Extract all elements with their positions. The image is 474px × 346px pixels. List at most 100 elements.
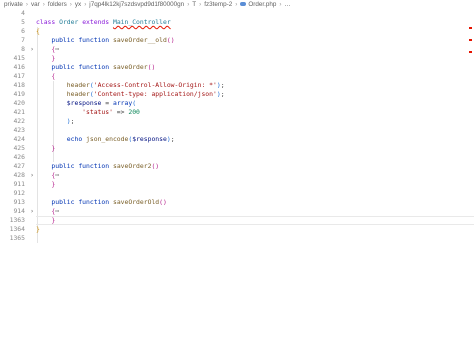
code-token: array	[112, 99, 133, 107]
code-editor[interactable]: 4 5 class Order extends Main_Controller 6{7…	[0, 9, 474, 346]
code-line[interactable]: 415 }	[0, 54, 474, 63]
code-token: {	[36, 27, 40, 35]
code-line[interactable]: 4	[0, 9, 474, 18]
code-token: ()	[166, 36, 175, 44]
code-token: public	[36, 162, 79, 170]
php-file-icon	[240, 2, 247, 7]
code-line[interactable]: 1365	[0, 234, 474, 243]
code-text: }	[36, 216, 55, 225]
code-line[interactable]: 5 class Order extends Main_Controller	[0, 18, 474, 27]
code-token: }	[51, 144, 56, 152]
line-number: 420	[13, 99, 25, 107]
code-token: public	[36, 198, 79, 206]
breadcrumb-more[interactable]: …	[285, 1, 291, 8]
code-line[interactable]: 913 public function saveOrderOld()	[0, 198, 474, 207]
code-token: ;	[170, 135, 175, 143]
line-number: 911	[13, 180, 25, 188]
line-number: 423	[13, 126, 25, 134]
code-line[interactable]: 422 );	[0, 117, 474, 126]
code-line[interactable]: 420 $response = array(	[0, 99, 474, 108]
code-token: saveOrder	[112, 63, 148, 71]
code-text: public function saveOrder2()	[36, 162, 159, 171]
code-line[interactable]: 427 public function saveOrder2()	[0, 162, 474, 171]
code-line[interactable]: 8 › {⋯	[0, 45, 474, 54]
fold-chevron-icon[interactable]: ›	[29, 207, 35, 216]
code-text: public function saveOrderOld()	[36, 198, 166, 207]
code-token: }	[36, 225, 40, 233]
code-token: function	[78, 36, 113, 44]
line-number: 416	[13, 63, 25, 71]
code-line[interactable]: 417 {	[0, 72, 474, 81]
code-token: function	[78, 162, 113, 170]
line-number: 421	[13, 108, 25, 116]
code-token: 'status'	[82, 108, 113, 116]
code-text: public function saveOrder__old()	[36, 36, 175, 45]
code-line[interactable]: 418 header('Access-Control-Allow-Origin:…	[0, 81, 474, 90]
code-line[interactable]: 426	[0, 153, 474, 162]
code-line[interactable]: 912	[0, 189, 474, 198]
chevron-right-icon: ›	[84, 1, 87, 8]
code-token: extends	[82, 18, 113, 26]
code-token: Order	[59, 18, 83, 26]
code-token: ;	[220, 90, 225, 98]
line-number: 425	[13, 144, 25, 152]
code-line[interactable]: 419 header('Content-type: application/js…	[0, 90, 474, 99]
code-line[interactable]: 1363 }	[0, 216, 474, 225]
code-line[interactable]: 423	[0, 126, 474, 135]
code-line[interactable]: 911 }	[0, 180, 474, 189]
fold-chevron-icon[interactable]: ›	[29, 171, 35, 180]
chevron-right-icon: ›	[42, 1, 45, 8]
breadcrumb-item[interactable]: var	[31, 1, 40, 8]
line-number: 417	[13, 72, 25, 80]
breadcrumb-item[interactable]: fz3temp-2	[204, 1, 232, 8]
line-number: 1364	[9, 225, 25, 233]
code-token: public	[36, 63, 79, 71]
chevron-right-icon: ›	[69, 1, 72, 8]
line-number: 1365	[9, 234, 25, 242]
code-line[interactable]: 425 }	[0, 144, 474, 153]
code-token: 200	[128, 108, 140, 116]
breadcrumb-item[interactable]: private	[4, 1, 23, 8]
breadcrumb-item[interactable]: yx	[75, 1, 81, 8]
line-number: 422	[13, 117, 25, 125]
code-line[interactable]: 424 echo json_encode($response);	[0, 135, 474, 144]
chevron-right-icon: ›	[235, 1, 238, 8]
breadcrumb-item[interactable]: T	[192, 1, 196, 8]
code-token: json_encode	[86, 135, 129, 143]
code-line[interactable]: 421 'status' => 200	[0, 108, 474, 117]
fold-chevron-icon[interactable]: ›	[29, 45, 35, 54]
code-line[interactable]: 1364}	[0, 225, 474, 234]
code-token: echo	[66, 135, 87, 143]
chevron-right-icon: ›	[199, 1, 202, 8]
code-text: );	[36, 117, 75, 126]
line-number: 418	[13, 81, 25, 89]
code-line[interactable]: 428 › {⋯	[0, 171, 474, 180]
line-number: 913	[13, 198, 25, 206]
breadcrumb-item[interactable]: j7qp4lk12kj7szdsvpd9d1f80000gn	[89, 1, 184, 8]
breadcrumb-file[interactable]: Order.php	[248, 1, 276, 8]
code-token: 'Access-Control-Allow-Origin: *'	[93, 81, 217, 89]
code-line[interactable]: 6{	[0, 27, 474, 36]
line-number: 1363	[9, 216, 25, 224]
code-text: {⋯	[36, 207, 59, 216]
code-token: {	[51, 72, 56, 80]
line-number: 415	[13, 54, 25, 62]
code-line[interactable]: 416 public function saveOrder()	[0, 63, 474, 72]
breadcrumb-item[interactable]: folders	[48, 1, 67, 8]
code-line[interactable]: 7 public function saveOrder__old()	[0, 36, 474, 45]
code-line[interactable]: 914 › {⋯	[0, 207, 474, 216]
code-token: ;	[220, 81, 225, 89]
code-token: $response	[66, 99, 102, 107]
line-number: 424	[13, 135, 25, 143]
code-token: }	[51, 216, 56, 224]
line-number: 428	[13, 171, 25, 179]
